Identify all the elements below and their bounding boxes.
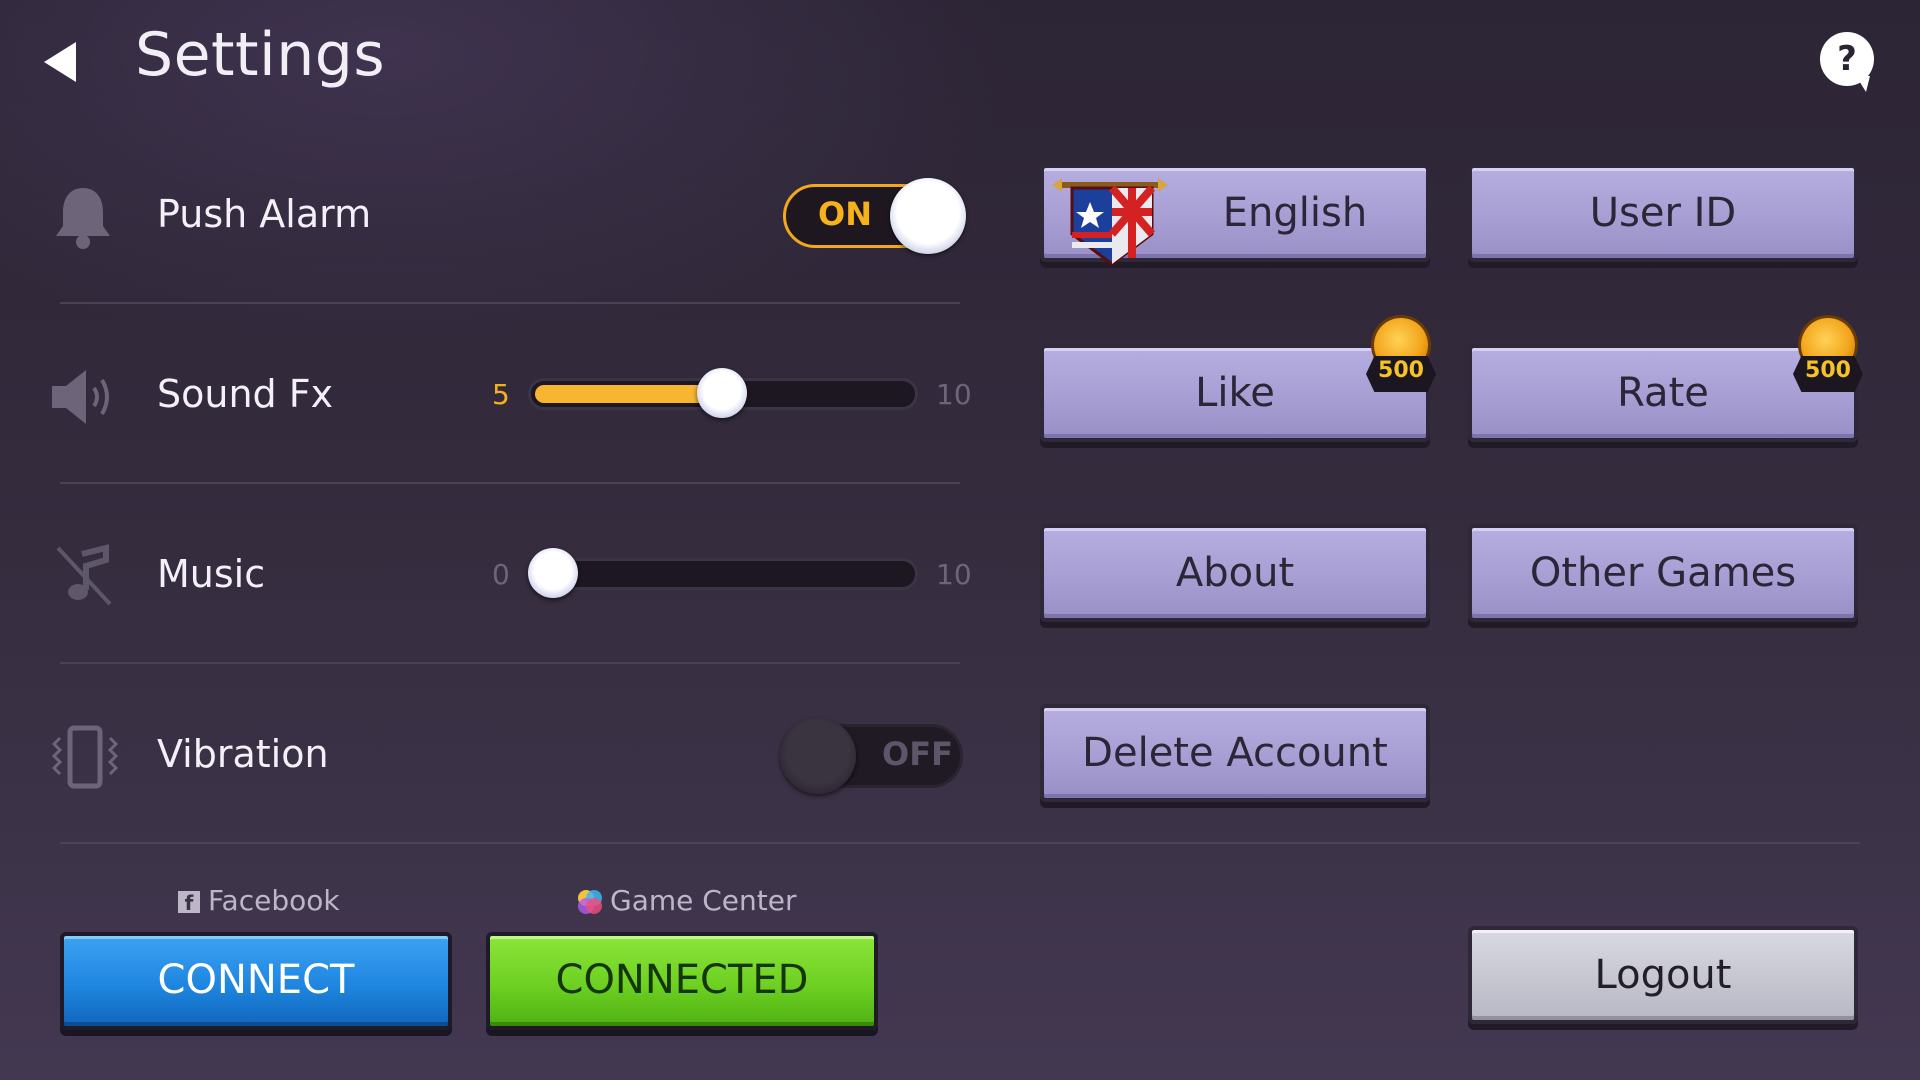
music-label: Music bbox=[157, 552, 266, 596]
vibration-toggle[interactable]: OFF bbox=[780, 718, 963, 794]
section-divider bbox=[60, 842, 1860, 844]
facebook-icon: f bbox=[178, 891, 200, 915]
row-divider bbox=[60, 302, 960, 304]
game-center-icon bbox=[576, 888, 604, 916]
speaker-icon bbox=[48, 362, 118, 432]
page-title: Settings bbox=[135, 20, 386, 90]
back-button[interactable] bbox=[38, 38, 86, 86]
other-games-label: Other Games bbox=[1529, 550, 1797, 596]
like-label: Like bbox=[1195, 370, 1275, 416]
delete-account-label: Delete Account bbox=[1082, 730, 1388, 776]
music-min-label: 0 bbox=[492, 558, 510, 591]
user-id-button[interactable]: User ID bbox=[1468, 164, 1858, 262]
help-button[interactable]: ? bbox=[1820, 32, 1876, 92]
facebook-connect-button[interactable]: CONNECT bbox=[60, 932, 452, 1030]
toggle-knob bbox=[780, 718, 856, 794]
toggle-knob bbox=[890, 178, 966, 254]
other-games-button[interactable]: Other Games bbox=[1468, 524, 1858, 622]
sound-fx-fill bbox=[535, 385, 715, 403]
coin-reward-badge: 500 bbox=[1793, 318, 1863, 400]
sound-fx-max-label: 10 bbox=[936, 378, 972, 411]
push-alarm-label: Push Alarm bbox=[157, 192, 372, 236]
music-max-label: 10 bbox=[936, 558, 972, 591]
coin-reward-badge: 500 bbox=[1366, 318, 1436, 400]
about-label: About bbox=[1175, 550, 1295, 596]
vibration-label: Vibration bbox=[157, 732, 329, 776]
back-arrow-icon bbox=[44, 42, 76, 82]
like-reward-amount: 500 bbox=[1378, 358, 1424, 383]
facebook-label-row: f Facebook bbox=[178, 884, 340, 917]
row-divider bbox=[60, 662, 960, 664]
game-center-connected-button[interactable]: CONNECTED bbox=[486, 932, 878, 1030]
language-label: English bbox=[1222, 190, 1368, 236]
bell-icon bbox=[48, 182, 118, 252]
music-muted-icon bbox=[52, 540, 122, 610]
toggle-state-text: OFF bbox=[882, 735, 953, 773]
sound-fx-slider-thumb[interactable] bbox=[697, 368, 747, 418]
music-slider[interactable] bbox=[528, 558, 918, 590]
rate-reward-amount: 500 bbox=[1805, 358, 1851, 383]
about-button[interactable]: About bbox=[1040, 524, 1430, 622]
sound-fx-min-label: 5 bbox=[492, 378, 510, 411]
uk-flag-icon bbox=[1052, 174, 1172, 270]
music-slider-thumb[interactable] bbox=[528, 548, 578, 598]
game-center-label: Game Center bbox=[610, 884, 797, 917]
game-center-label-row: Game Center bbox=[576, 884, 797, 917]
row-divider bbox=[60, 482, 960, 484]
facebook-label: Facebook bbox=[208, 884, 340, 917]
push-alarm-toggle[interactable]: ON bbox=[783, 178, 966, 254]
user-id-label: User ID bbox=[1589, 190, 1737, 236]
logout-button[interactable]: Logout bbox=[1468, 926, 1858, 1024]
rate-label: Rate bbox=[1617, 370, 1709, 416]
sound-fx-label: Sound Fx bbox=[157, 372, 334, 416]
toggle-state-text: ON bbox=[818, 195, 872, 233]
delete-account-button[interactable]: Delete Account bbox=[1040, 704, 1430, 802]
logout-label: Logout bbox=[1594, 952, 1732, 998]
game-center-connected-label: CONNECTED bbox=[555, 957, 809, 1003]
vibration-icon bbox=[50, 722, 120, 792]
facebook-connect-label: CONNECT bbox=[157, 957, 355, 1003]
